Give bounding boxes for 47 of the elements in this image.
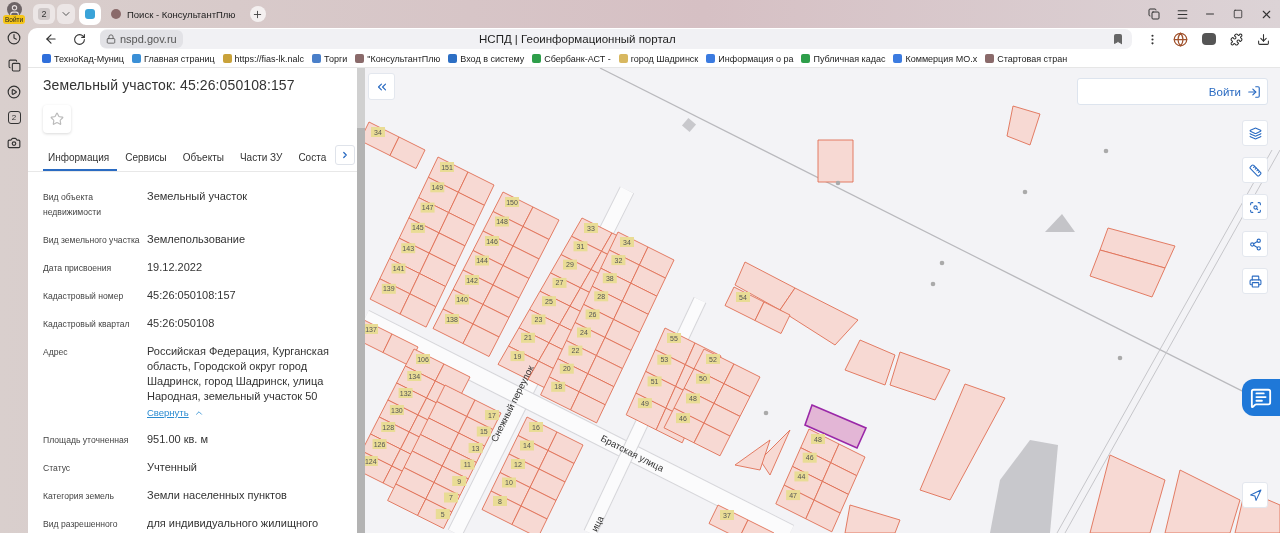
- field-value: для индивидуального жилищного: [147, 516, 318, 531]
- info-tab[interactable]: Информация: [43, 145, 118, 171]
- bookmark-link[interactable]: Коммерция МО.х: [893, 53, 978, 64]
- field-value: Земли населенных пунктов: [147, 488, 287, 503]
- bookmark-link[interactable]: Сбербанк-АСТ -: [532, 53, 611, 64]
- url-text[interactable]: nspd.gov.ru: [100, 30, 183, 48]
- field-value: 19.12.2022: [147, 260, 203, 275]
- bookmark-link[interactable]: Торги: [312, 53, 348, 64]
- browser-tab[interactable]: Поиск - КонсультантПлю: [105, 3, 242, 25]
- field-label: Вид земельного участка: [43, 234, 141, 247]
- collapse-link[interactable]: Свернуть: [147, 405, 204, 420]
- info-tab[interactable]: Части ЗУ: [231, 145, 291, 171]
- field-value: Земельный участок: [147, 189, 248, 204]
- tab-group-button[interactable]: 2: [33, 4, 55, 24]
- field-label: Категория земель: [43, 490, 116, 503]
- bookmark-link[interactable]: https://fias-lk.nalc: [222, 53, 305, 64]
- info-tab[interactable]: Сервисы: [117, 145, 175, 171]
- bookmark-link[interactable]: Стартовая стран: [985, 53, 1068, 64]
- field-value: Учтенный: [147, 460, 197, 475]
- bookmark-link[interactable]: город Шадринск: [618, 53, 699, 64]
- field-value: 45:26:050108:157: [147, 288, 236, 303]
- field-label: Адрес: [43, 346, 69, 359]
- address-bar[interactable]: nspd.gov.ru НСПД | Геоинформационный портал: [100, 29, 1132, 49]
- bookmark-link[interactable]: Публичная кадас: [801, 53, 886, 64]
- field-label: Вид разрешенного: [43, 518, 119, 531]
- field-label: Вид объекта недвижимости: [43, 191, 102, 219]
- login-button[interactable]: Войти: [1077, 78, 1268, 105]
- field-label: Кадастровый номер: [43, 290, 125, 303]
- tab-counter-button[interactable]: 2: [7, 111, 21, 124]
- bookmark-link[interactable]: Вход в систему: [448, 53, 525, 64]
- field-value: 45:26:050108: [147, 316, 215, 331]
- field-value: Землепользование: [147, 232, 246, 247]
- field-label: Статус: [43, 462, 72, 475]
- page-title: НСПД | Геоинформационный портал: [478, 33, 677, 45]
- info-tab[interactable]: Объекты: [174, 145, 232, 171]
- street-name: ица: [588, 513, 606, 533]
- field-value: Российская Федерация, Курганская область, Городской округ город Шадринск, город Шадринск, улица Народная, земельный участок 50: [147, 344, 330, 404]
- bookmark-link[interactable]: "КонсультантПлю: [355, 53, 441, 64]
- bookmark-link[interactable]: Информация о ра: [706, 53, 794, 64]
- parcel-title: Земельный участок: 45:26:050108:157: [43, 77, 296, 93]
- bookmark-link[interactable]: ТехноКад-Муниц: [42, 53, 125, 64]
- field-label: Кадастровый квартал: [43, 318, 131, 331]
- info-tab[interactable]: Соста: [290, 145, 335, 171]
- field-label: Площадь уточненная: [43, 434, 130, 447]
- bookmark-link[interactable]: Главная страниц: [132, 53, 215, 64]
- field-value: 951.00 кв. м: [147, 432, 209, 447]
- field-label: Дата присвоения: [43, 262, 113, 275]
